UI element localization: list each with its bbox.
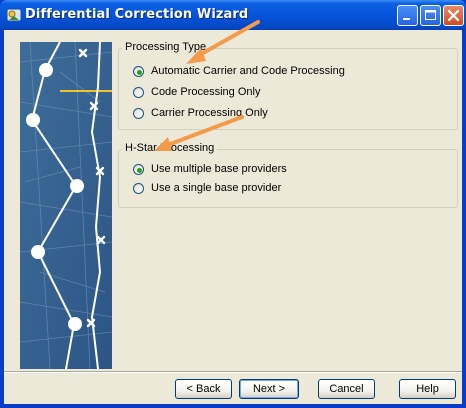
arrow-annotation-icon: [186, 20, 260, 64]
arrow-annotation-icon: [154, 115, 244, 151]
annotation-arrows: [154, 20, 260, 151]
wizard-window: Differential Correction Wizard Processin…: [0, 0, 466, 408]
